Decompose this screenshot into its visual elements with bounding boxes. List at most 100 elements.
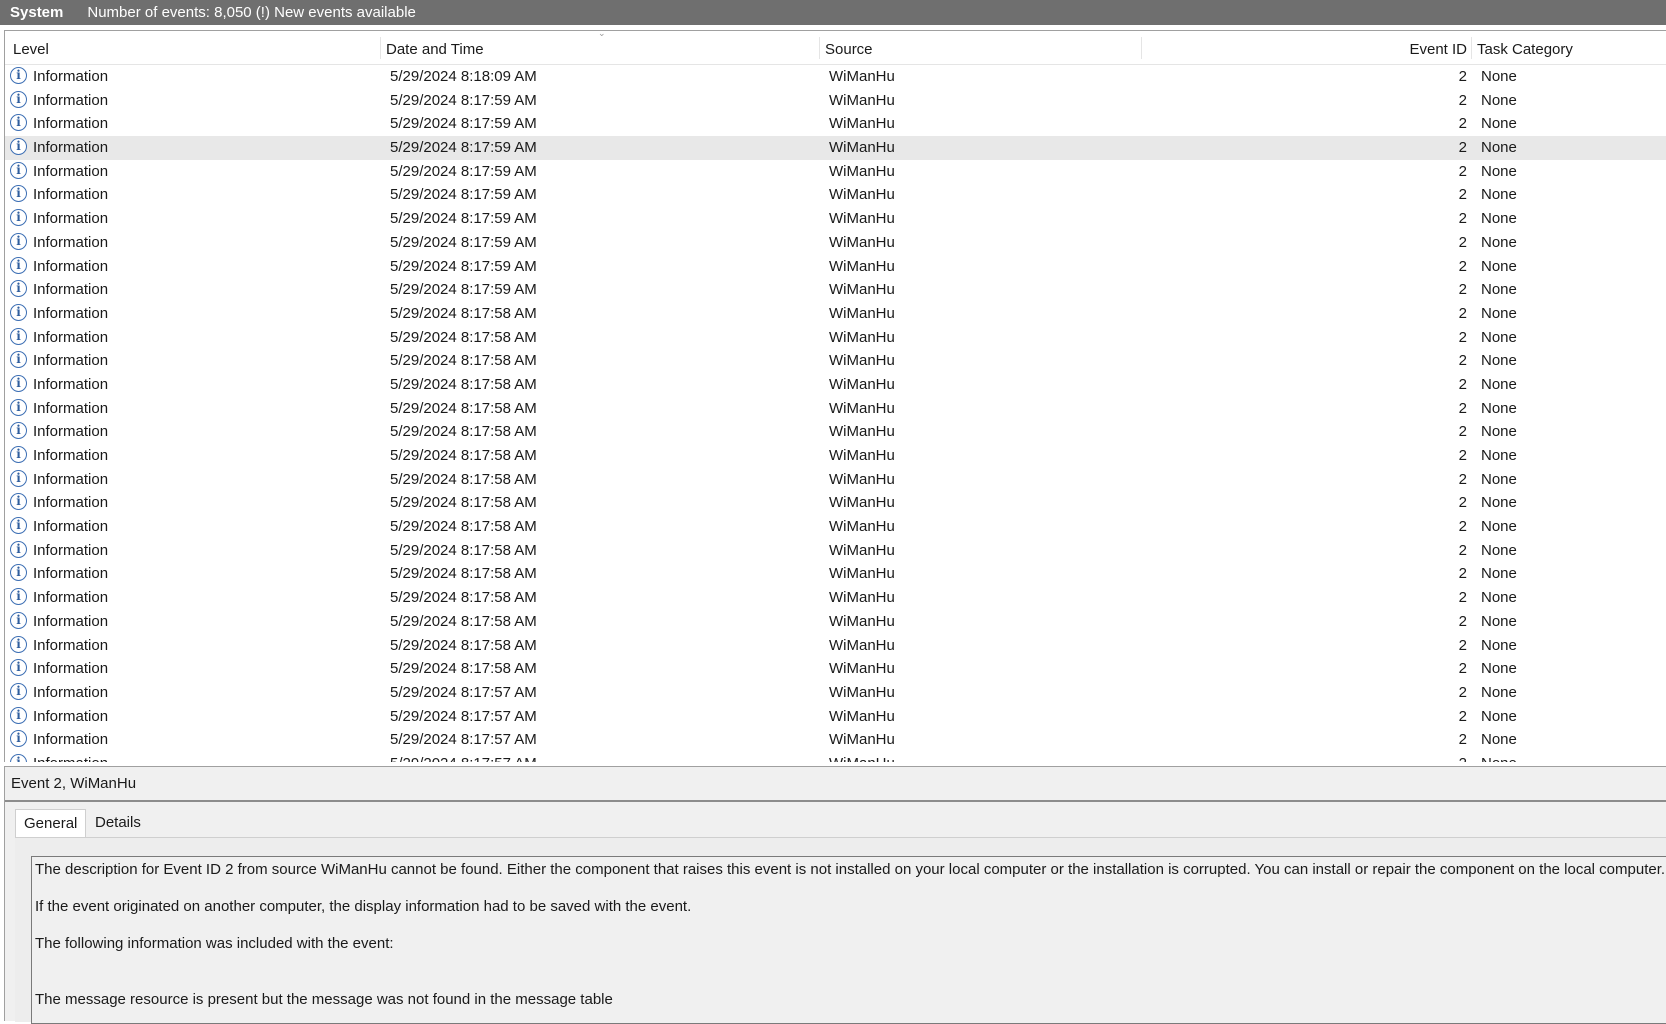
cell-date-time: 5/29/2024 8:17:59 AM	[390, 162, 537, 180]
events-grid[interactable]: ⌄ Level Date and Time Source Event ID Ta…	[4, 30, 1666, 762]
table-row[interactable]: i Information 5/29/2024 8:17:57 AM WiManHu 2…	[5, 681, 1666, 705]
cell-level: Information	[33, 115, 109, 133]
table-row[interactable]: i Information 5/29/2024 8:17:59 AM WiManHu 2…	[5, 278, 1666, 302]
table-row[interactable]: i Information 5/29/2024 8:17:58 AM WiManHu 2…	[5, 373, 1666, 397]
table-row[interactable]: i Information 5/29/2024 8:17:58 AM WiManHu 2…	[5, 349, 1666, 373]
table-row[interactable]: i Information 5/29/2024 8:17:58 AM WiManHu 2…	[5, 420, 1666, 444]
cell-event-id: 2	[1458, 375, 1467, 393]
cell-source: WiManHu	[829, 660, 895, 678]
cell-level: Information	[33, 375, 109, 393]
table-row[interactable]: i Information 5/29/2024 8:17:59 AM WiManHu 2…	[5, 136, 1666, 160]
cell-task-category: None	[1481, 636, 1517, 654]
cell-event-id: 2	[1458, 233, 1467, 251]
table-row[interactable]: i Information 5/29/2024 8:17:58 AM WiManHu 2…	[5, 326, 1666, 350]
table-row[interactable]: i Information 5/29/2024 8:17:57 AM WiManHu 2…	[5, 752, 1666, 762]
cell-event-id: 2	[1458, 257, 1467, 275]
cell-level: Information	[33, 494, 109, 512]
table-row[interactable]: i Information 5/29/2024 8:17:58 AM WiManHu 2…	[5, 444, 1666, 468]
column-header-level[interactable]: Level	[13, 41, 49, 58]
column-divider[interactable]	[819, 37, 820, 59]
table-row[interactable]: i Information 5/29/2024 8:17:58 AM WiManHu 2…	[5, 539, 1666, 563]
cell-source: WiManHu	[829, 139, 895, 157]
information-icon: i	[10, 232, 27, 250]
cell-event-id: 2	[1458, 565, 1467, 583]
cell-date-time: 5/29/2024 8:17:58 AM	[390, 518, 537, 536]
information-icon: i	[10, 67, 27, 84]
table-row[interactable]: i Information 5/29/2024 8:17:59 AM WiManHu 2…	[5, 207, 1666, 231]
column-divider[interactable]	[1471, 37, 1472, 59]
table-row[interactable]: i Information 5/29/2024 8:17:58 AM WiManHu 2…	[5, 468, 1666, 492]
cell-date-time: 5/29/2024 8:17:58 AM	[390, 423, 537, 441]
cell-source: WiManHu	[829, 518, 895, 536]
cell-source: WiManHu	[829, 186, 895, 204]
cell-level: Information	[33, 470, 109, 488]
table-row[interactable]: i Information 5/29/2024 8:18:09 AM WiManHu 2…	[5, 65, 1666, 89]
column-header-event-id[interactable]: Event ID	[1355, 41, 1467, 58]
column-header-date[interactable]: Date and Time	[386, 41, 484, 58]
cell-level: Information	[33, 541, 109, 559]
cell-level: Information	[33, 636, 109, 654]
table-row[interactable]: i Information 5/29/2024 8:17:58 AM WiManHu 2…	[5, 397, 1666, 421]
cell-source: WiManHu	[829, 589, 895, 607]
event-detail-title: Event 2, WiManHu	[11, 775, 137, 792]
cell-date-time: 5/29/2024 8:17:58 AM	[390, 470, 537, 488]
description-line: If the event originated on another compu…	[35, 898, 692, 915]
table-row[interactable]: i Information 5/29/2024 8:17:58 AM WiManHu 2…	[5, 302, 1666, 326]
cell-task-category: None	[1481, 91, 1517, 109]
table-row[interactable]: i Information 5/29/2024 8:17:58 AM WiManHu 2…	[5, 586, 1666, 610]
cell-task-category: None	[1481, 186, 1517, 204]
cell-date-time: 5/29/2024 8:17:59 AM	[390, 281, 537, 299]
cell-task-category: None	[1481, 470, 1517, 488]
table-row[interactable]: i Information 5/29/2024 8:17:58 AM WiManHu 2…	[5, 657, 1666, 681]
table-row[interactable]: i Information 5/29/2024 8:17:57 AM WiManHu 2…	[5, 728, 1666, 752]
cell-level: Information	[33, 352, 109, 370]
table-row[interactable]: i Information 5/29/2024 8:17:58 AM WiManHu 2…	[5, 610, 1666, 634]
cell-event-id: 2	[1458, 186, 1467, 204]
column-header-task-category[interactable]: Task Category	[1477, 41, 1573, 58]
cell-task-category: None	[1481, 660, 1517, 678]
table-row[interactable]: i Information 5/29/2024 8:17:58 AM WiManHu 2…	[5, 562, 1666, 586]
cell-source: WiManHu	[829, 68, 895, 85]
cell-level: Information	[33, 91, 109, 109]
table-row[interactable]: i Information 5/29/2024 8:17:59 AM WiManHu 2…	[5, 231, 1666, 255]
column-divider[interactable]	[380, 37, 381, 59]
information-icon: i	[10, 469, 27, 487]
log-name: System	[10, 4, 64, 21]
tab-general[interactable]: General	[15, 809, 87, 838]
information-icon: i	[10, 398, 27, 416]
cell-level: Information	[33, 447, 109, 464]
cell-task-category: None	[1481, 518, 1517, 536]
grid-header: ⌄ Level Date and Time Source Event ID Ta…	[5, 31, 1666, 65]
tab-details[interactable]: Details	[87, 809, 149, 837]
cell-task-category: None	[1481, 281, 1517, 299]
description-line: The description for Event ID 2 from sour…	[35, 861, 1666, 878]
cell-event-id: 2	[1458, 541, 1467, 559]
cell-date-time: 5/29/2024 8:17:59 AM	[390, 233, 537, 251]
event-description-box[interactable]: The description for Event ID 2 from sour…	[31, 856, 1666, 1024]
cell-event-id: 2	[1458, 115, 1467, 133]
table-row[interactable]: i Information 5/29/2024 8:17:58 AM WiManHu 2…	[5, 491, 1666, 515]
cell-event-id: 2	[1458, 399, 1467, 417]
cell-task-category: None	[1481, 541, 1517, 559]
cell-date-time: 5/29/2024 8:17:59 AM	[390, 210, 537, 228]
information-icon: i	[10, 303, 27, 321]
cell-source: WiManHu	[829, 494, 895, 512]
cell-task-category: None	[1481, 565, 1517, 583]
cell-level: Information	[33, 68, 109, 85]
cell-level: Information	[33, 328, 109, 346]
table-row[interactable]: i Information 5/29/2024 8:17:59 AM WiManHu 2…	[5, 89, 1666, 113]
column-divider[interactable]	[1141, 37, 1142, 59]
cell-date-time: 5/29/2024 8:18:09 AM	[390, 68, 537, 85]
cell-event-id: 2	[1458, 683, 1467, 701]
table-row[interactable]: i Information 5/29/2024 8:17:59 AM WiManHu 2…	[5, 183, 1666, 207]
table-row[interactable]: i Information 5/29/2024 8:17:59 AM WiManHu 2…	[5, 112, 1666, 136]
cell-event-id: 2	[1458, 494, 1467, 512]
column-header-source[interactable]: Source	[825, 41, 873, 58]
table-row[interactable]: i Information 5/29/2024 8:17:57 AM WiManHu 2…	[5, 705, 1666, 729]
table-row[interactable]: i Information 5/29/2024 8:17:58 AM WiManHu 2…	[5, 515, 1666, 539]
table-row[interactable]: i Information 5/29/2024 8:17:58 AM WiManHu 2…	[5, 634, 1666, 658]
table-row[interactable]: i Information 5/29/2024 8:17:59 AM WiManHu 2…	[5, 160, 1666, 184]
cell-date-time: 5/29/2024 8:17:59 AM	[390, 186, 537, 204]
table-row[interactable]: i Information 5/29/2024 8:17:59 AM WiManHu 2…	[5, 255, 1666, 279]
information-icon: i	[10, 185, 27, 203]
